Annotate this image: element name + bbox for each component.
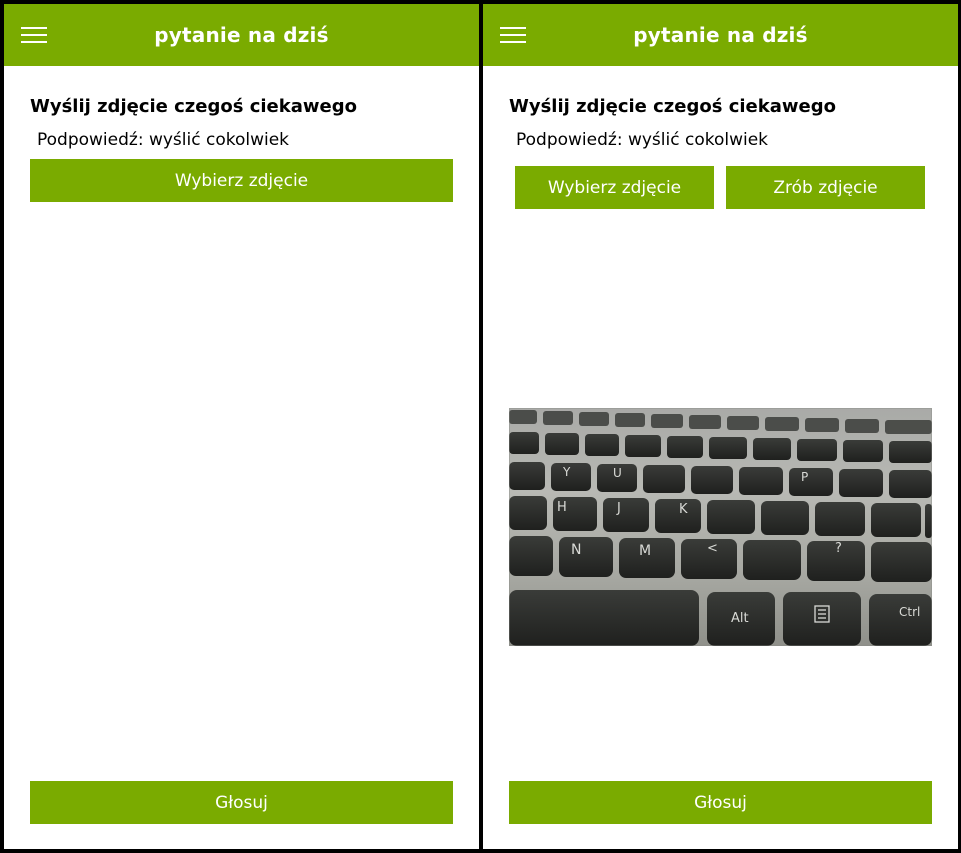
vote-button[interactable]: Głosuj [30, 781, 453, 824]
app-title: pytanie na dziś [633, 23, 808, 47]
choose-photo-button[interactable]: Wybierz zdjęcie [30, 159, 453, 202]
key-label: < [707, 541, 718, 556]
vote-button[interactable]: Głosuj [509, 781, 932, 824]
key-label: K [679, 502, 688, 517]
key-label: ? [835, 541, 842, 556]
take-photo-button[interactable]: Zrób zdjęcie [726, 166, 925, 209]
question-hint: Podpowiedź: wyślić cokolwiek [516, 130, 769, 150]
question-title: Wyślij zdjęcie czegoś ciekawego [30, 96, 357, 117]
question-hint: Podpowiedź: wyślić cokolwiek [37, 130, 290, 150]
app-title: pytanie na dziś [154, 23, 329, 47]
screen-right: pytanie na dziś Wyślij zdjęcie czegoś ci… [483, 4, 958, 849]
key-label: P [801, 470, 808, 484]
key-label: Ctrl [899, 605, 920, 619]
key-label: N [571, 542, 581, 558]
key-label: Alt [731, 611, 749, 626]
key-label: Y [562, 465, 571, 479]
key-label: U [613, 466, 622, 480]
choose-photo-button[interactable]: Wybierz zdjęcie [515, 166, 714, 209]
key-label: J [616, 501, 621, 516]
key-label: H [557, 500, 567, 515]
app-bar: pytanie na dziś [483, 4, 958, 66]
key-label: M [639, 543, 651, 559]
photo-preview: Y U P H J K N M < ? Alt Ctrl [509, 408, 932, 646]
screen-left: pytanie na dziś Wyślij zdjęcie czegoś ci… [4, 4, 479, 849]
app-bar: pytanie na dziś [4, 4, 479, 66]
question-title: Wyślij zdjęcie czegoś ciekawego [509, 96, 836, 117]
keyboard-photo: Y U P H J K N M < ? Alt Ctrl [509, 408, 932, 646]
